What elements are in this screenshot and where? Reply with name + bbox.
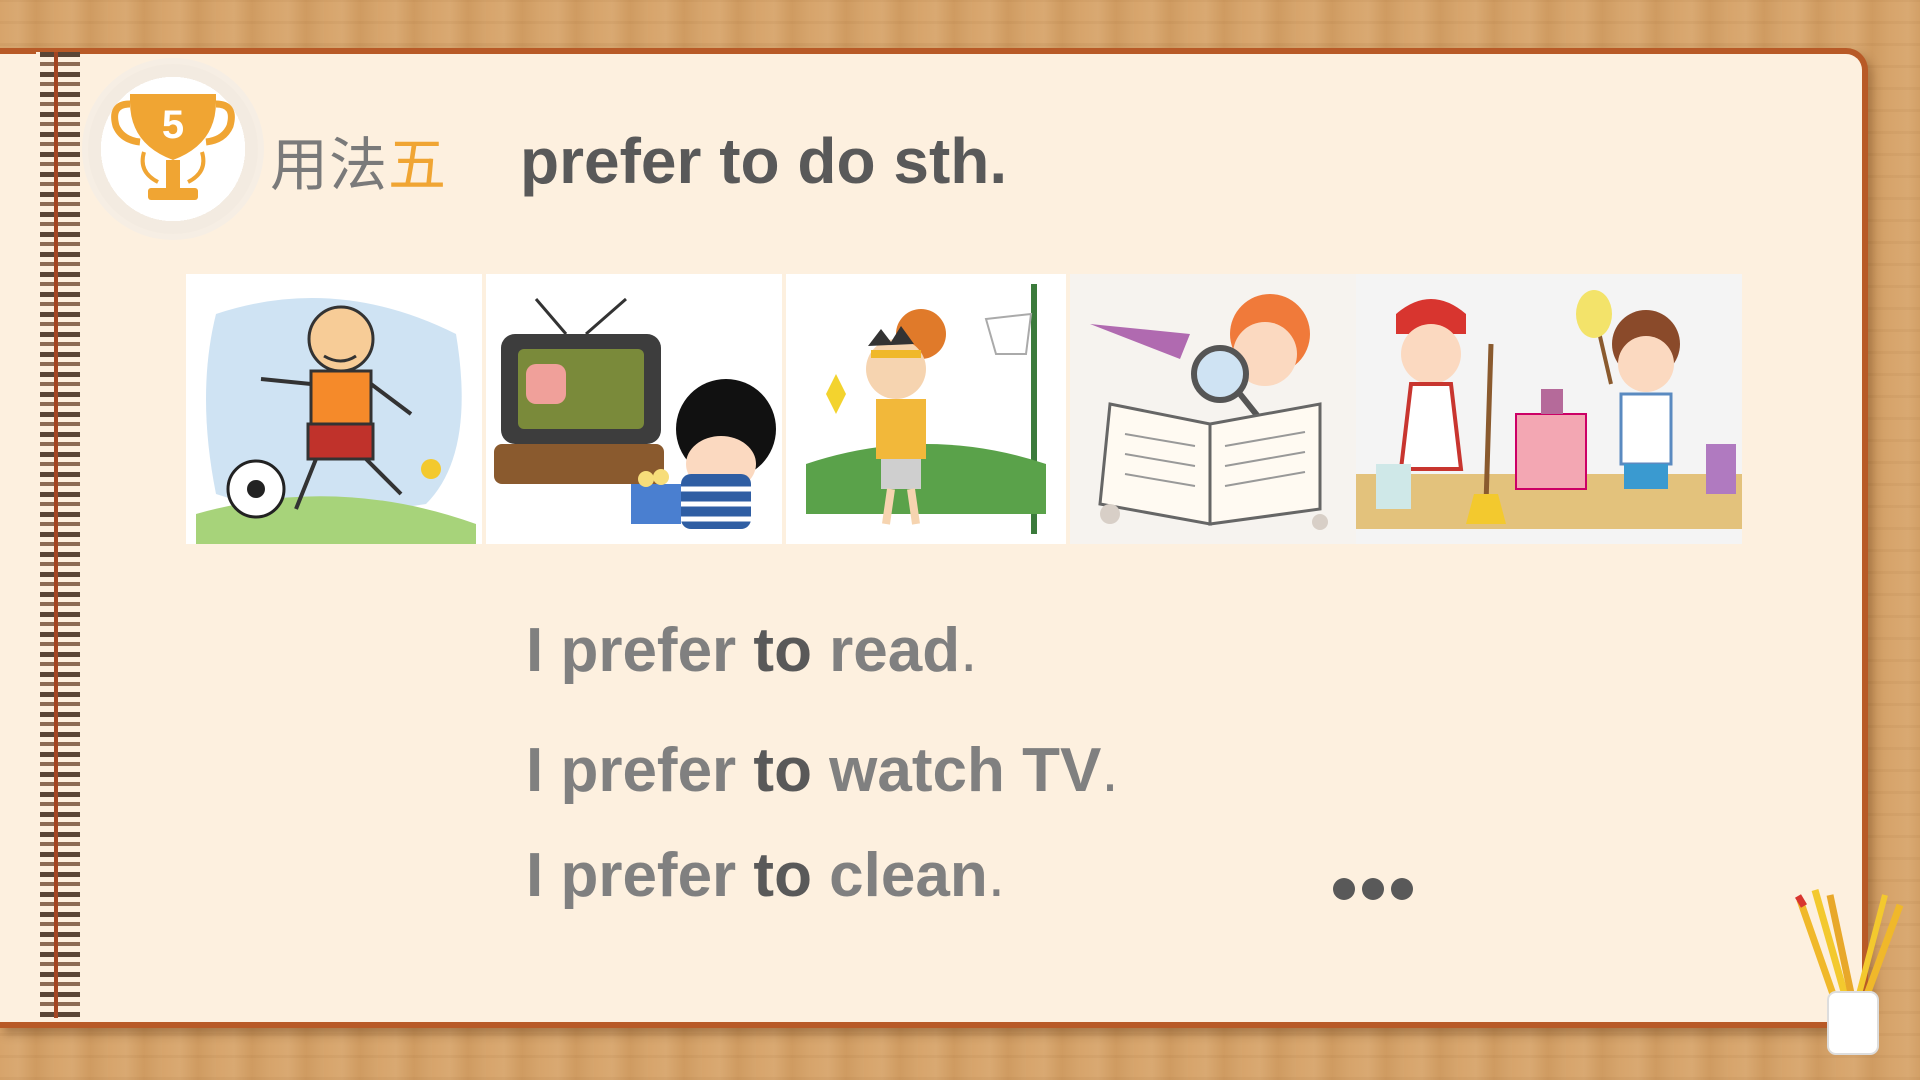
sentence-to: to [753,616,812,685]
page-title: prefer to do sth. [520,125,1008,197]
sentence-to: to [753,736,812,805]
kids-cleaning-illustration [1356,274,1742,544]
sentence-period: . [1101,736,1119,805]
example-sentence-clean: I prefer to clean. [526,840,1005,911]
badge-number: 5 [162,103,184,147]
illustration-strip [186,274,1742,544]
sentence-period: . [987,841,1005,910]
sentence-verb: watch TV [811,736,1102,805]
boy-playing-basketball-illustration [786,274,1066,544]
sentence-subject: I prefer [526,841,754,910]
example-sentence-watch-tv: I prefer to watch TV. [526,735,1119,806]
sentence-to: to [753,841,812,910]
pencil-cup-icon [1790,880,1910,1060]
sentence-period: . [960,616,978,685]
sentence-subject: I prefer [526,736,754,805]
trophy-icon: 5 [111,94,235,200]
binding-margin-line [54,52,58,1018]
sentence-verb: read [811,616,961,685]
boy-reading-book-illustration [1070,274,1356,544]
boy-playing-football-illustration [186,274,482,544]
girl-watching-tv-illustration [486,274,782,544]
usage-label-number: 五 [388,131,448,199]
trophy-badge: 5 [88,64,258,234]
spiral-binding [36,52,80,1018]
ellipsis-icon [1333,878,1423,902]
example-sentence-read: I prefer to read. [526,615,977,686]
usage-label-prefix: 用法 [270,131,389,199]
sentence-verb: clean [811,841,988,910]
sentence-subject: I prefer [526,616,754,685]
usage-label: 用法五 [270,118,447,202]
